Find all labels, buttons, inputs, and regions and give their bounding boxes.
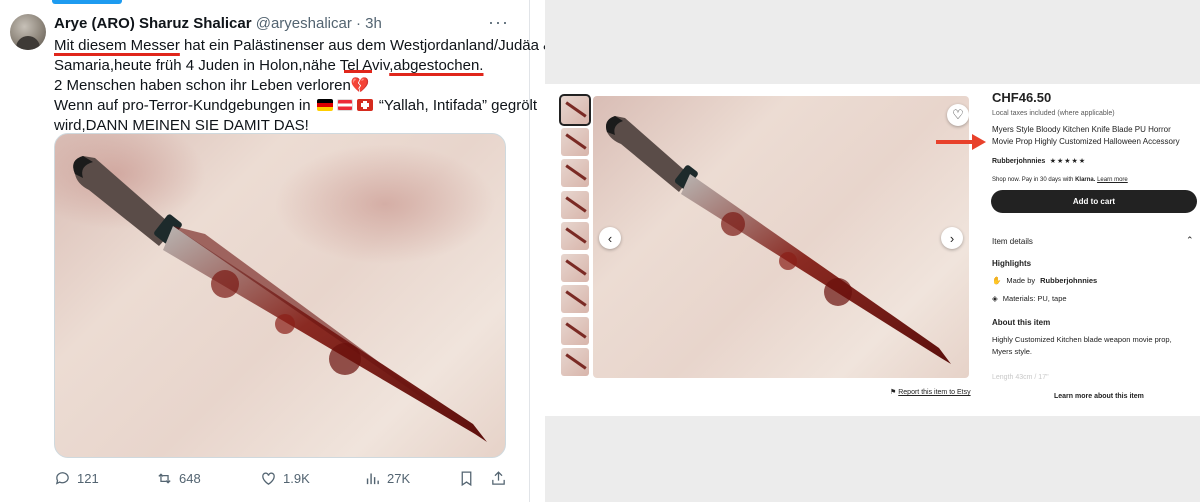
tweet-time[interactable]: 3h (365, 15, 382, 32)
thumbnail-list (559, 94, 591, 380)
about-text-2: Myers style. (992, 347, 1033, 356)
next-image-button[interactable]: › (941, 227, 963, 249)
tweet-header: Arye (ARO) Sharuz Shalicar @aryeshalicar… (54, 14, 382, 34)
seller-rating: Rubberjohnnies ★★★★★ (992, 150, 1086, 168)
like-count: 1.9K (283, 471, 310, 486)
thumbnail-3[interactable] (561, 159, 589, 187)
made-by-row: ✋ Made by Rubberjohnnies (992, 276, 1098, 285)
etsy-panel: ♡ ‹ › ⚑ Report this item to Etsy CHF46.5… (545, 0, 1200, 502)
favorite-heart-icon[interactable]: ♡ (947, 104, 969, 126)
bookmark-icon (461, 471, 472, 487)
report-item-link[interactable]: ⚑ Report this item to Etsy (890, 388, 971, 396)
listing-title: Myers Style Bloody Kitchen Knife Blade P… (992, 125, 1180, 146)
materials-icon: ◈ (992, 294, 998, 303)
more-options-icon[interactable]: ··· (488, 12, 509, 33)
tab-indicator (52, 0, 122, 4)
tweet-line-1: Mit diesem Messer hat ein Palästinenser … (54, 37, 554, 54)
about-text-1: Highly Customized Kitchen blade weapon m… (992, 335, 1172, 344)
aviv-underline (344, 70, 372, 73)
repost-icon (158, 473, 171, 484)
view-count: 27K (387, 471, 411, 486)
repost-count: 648 (179, 471, 201, 486)
avatar[interactable] (10, 14, 46, 50)
tweet-line-4: Wenn auf pro-Terror-Kundgebungen in “Yal… (54, 97, 538, 114)
switzerland-flag-icon (356, 99, 373, 111)
red-arrow-annotation (936, 134, 986, 150)
views-icon (366, 473, 379, 485)
heart-icon (262, 472, 275, 485)
thumbnail-5[interactable] (561, 222, 589, 250)
knife-photo[interactable] (54, 133, 506, 458)
klarna-note: Shop now. Pay in 30 days with Klarna. Le… (992, 177, 1128, 183)
klarna-learn-more-link[interactable]: Learn more (1097, 177, 1128, 183)
thumbnail-9[interactable] (561, 348, 589, 376)
item-details-toggle[interactable]: Item details (992, 237, 1033, 246)
klarna-logo: Klarna. (1075, 177, 1096, 183)
knife-image (606, 116, 951, 364)
add-to-cart-button[interactable]: Add to cart (991, 190, 1197, 213)
repost-button[interactable]: 648 (156, 470, 201, 487)
thumbnail-6[interactable] (561, 253, 589, 282)
star-rating-icon: ★★★★★ (1049, 158, 1087, 165)
like-button[interactable]: 1.9K (260, 470, 310, 487)
thumbnail-1[interactable] (559, 94, 591, 126)
tweet-panel: Arye (ARO) Sharuz Shalicar @aryeshalicar… (0, 0, 554, 502)
highlights-heading: Highlights (992, 259, 1032, 268)
reply-icon (55, 472, 69, 485)
about-heading: About this item (992, 318, 1051, 327)
broken-heart-icon: 💔 (350, 77, 370, 94)
thumbnail-8[interactable] (561, 316, 589, 345)
reply-button[interactable]: 121 (54, 470, 99, 487)
germany-flag-icon (316, 99, 333, 111)
learn-more-about-item-button[interactable]: Learn more about this item (1054, 393, 1144, 400)
author-handle[interactable]: @aryeshalicar (256, 15, 352, 32)
previous-image-button[interactable]: ‹ (599, 227, 621, 249)
chevron-up-icon[interactable]: ⌃ (1186, 235, 1194, 246)
tweet-actions: 121 648 1.9K 27K (54, 470, 506, 490)
materials-row: ◈ Materials: PU, tape (992, 294, 1067, 303)
reply-count: 121 (77, 471, 99, 486)
thumbnail-2[interactable] (561, 127, 589, 156)
underlined-phrase: ,abgestochen. (389, 57, 484, 74)
tweet-text: Mit diesem Messer hat ein Palästinenser … (54, 36, 554, 136)
separator-dot: · (356, 15, 361, 32)
underlined-phrase: Mit diesem Messer (54, 37, 180, 54)
austria-flag-icon (336, 99, 353, 111)
tweet-line-2: Samaria,heute früh 4 Juden in Holon,nähe… (54, 57, 484, 74)
knife-image (55, 134, 495, 442)
share-button[interactable] (490, 470, 507, 487)
tax-note: Local taxes included (where applicable) (992, 110, 1115, 117)
listing-main-image[interactable]: ♡ ‹ › (593, 96, 969, 378)
author-name[interactable]: Arye (ARO) Sharuz Shalicar (54, 15, 252, 32)
listing-price: CHF46.50 (992, 90, 1052, 105)
maker-link[interactable]: Rubberjohnnies (1040, 276, 1097, 285)
thumbnail-4[interactable] (561, 190, 589, 219)
length-text: Length 43cm / 17" (992, 374, 1049, 381)
seller-link[interactable]: Rubberjohnnies (992, 158, 1045, 165)
share-icon (492, 471, 505, 485)
views-button[interactable]: 27K (364, 470, 410, 487)
bookmark-button[interactable] (458, 470, 475, 487)
tweet-line-3: 2 Menschen haben schon ihr Leben verlore… (54, 77, 370, 94)
thumbnail-7[interactable] (561, 285, 589, 313)
hand-icon: ✋ (992, 276, 1002, 285)
